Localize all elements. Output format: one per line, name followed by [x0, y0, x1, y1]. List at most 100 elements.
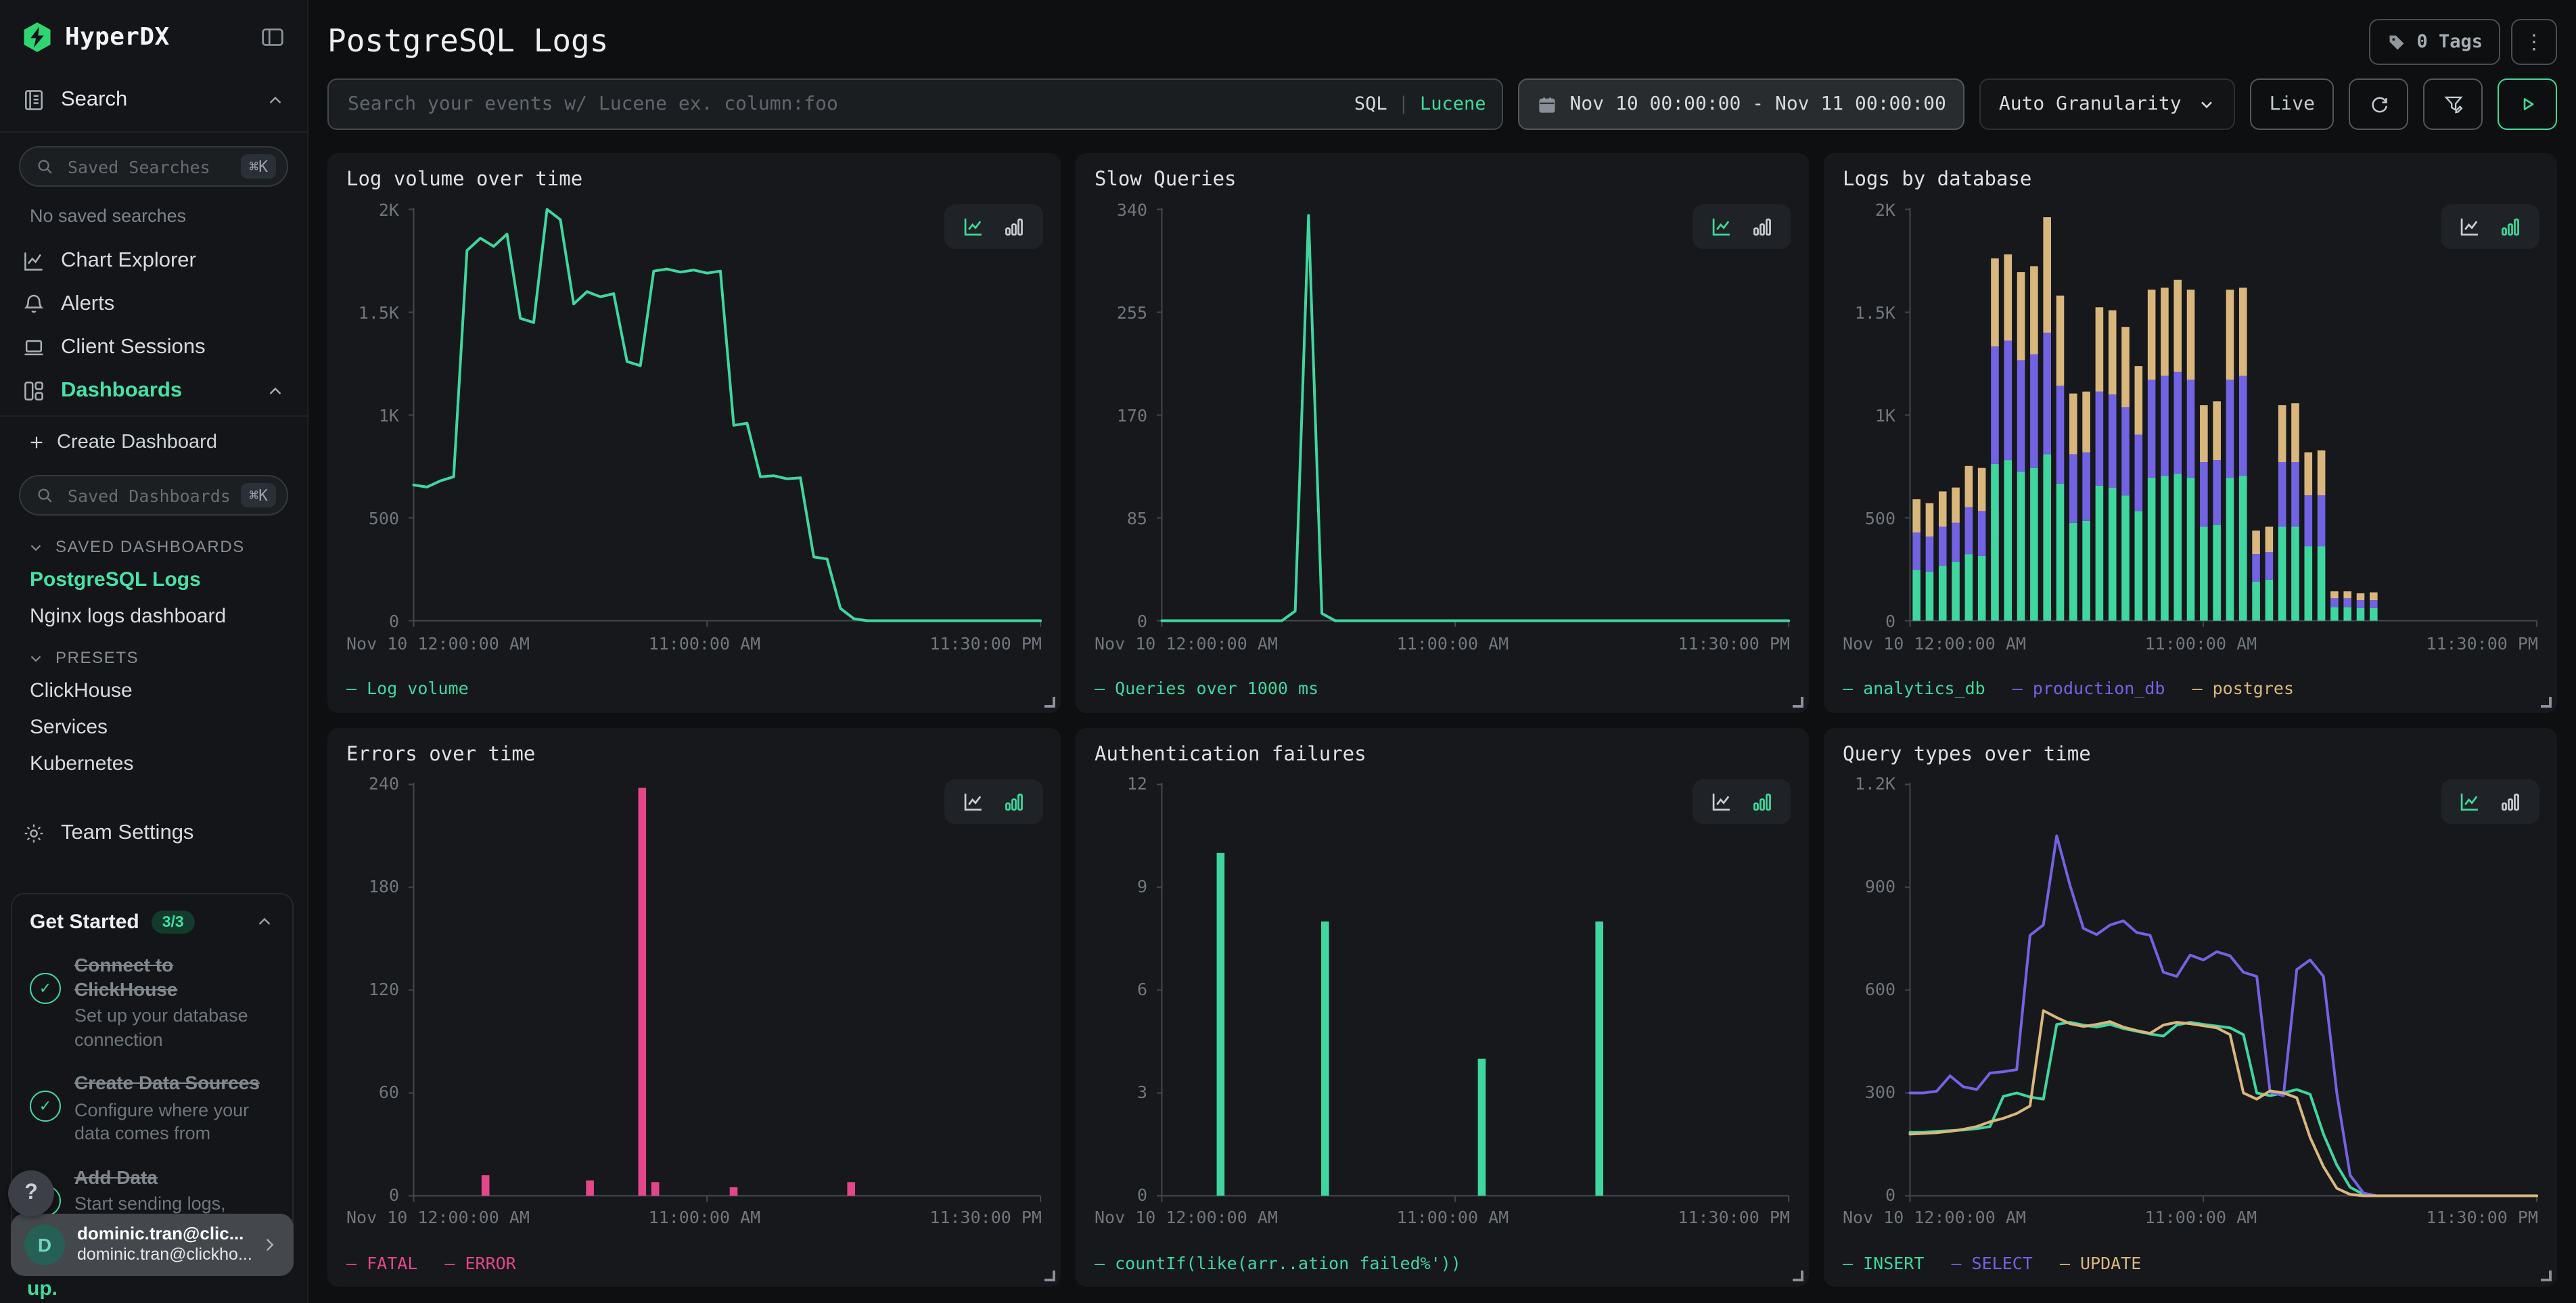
resize-handle[interactable] — [2541, 1271, 2552, 1281]
page-menu-button[interactable]: ⋮ — [2511, 19, 2557, 65]
line-view-button[interactable] — [1710, 790, 1733, 813]
saved-dashboards-input[interactable] — [65, 484, 241, 507]
play-icon — [2516, 93, 2538, 115]
resize-handle[interactable] — [1044, 1271, 1055, 1281]
chevron-up-icon[interactable] — [265, 90, 285, 110]
search-icon — [35, 157, 54, 176]
chart-x-axis-label: 11:00:00 AM — [649, 1207, 761, 1227]
chevron-up-icon[interactable] — [254, 912, 275, 932]
chart-y-axis-label: 500 — [1865, 508, 1895, 528]
chart-x-axis-label: 11:30:00 PM — [2426, 1207, 2538, 1227]
help-button[interactable]: ? — [8, 1170, 54, 1216]
chart-title: Errors over time — [346, 744, 1042, 765]
chart-body: 2K1.5K1K5000Nov 10 12:00:00 AM11:00:00 A… — [1843, 202, 2538, 656]
bar-view-button[interactable] — [1751, 215, 1774, 238]
chart-y-axis-label: 1.2K — [1855, 773, 1895, 794]
chart-plot-column: Nov 10 12:00:00 AM11:00:00 AM11:30:00 PM — [1157, 776, 1790, 1230]
chart-y-axis-label: 1K — [379, 405, 399, 426]
chart-legend-item[interactable]: — Log volume — [346, 678, 469, 698]
sidebar-item-team-settings[interactable]: Team Settings — [0, 812, 307, 855]
resize-handle[interactable] — [2541, 696, 2552, 707]
controls-row: SQL | Lucene Nov 10 00:00:00 - Nov 11 00… — [327, 78, 2557, 130]
collapse-sidebar-icon[interactable] — [260, 24, 285, 50]
chart-y-axis-label: 9 — [1137, 876, 1147, 896]
chart-y-axis: 2K1.5K1K5000 — [346, 202, 409, 628]
chart-legend-item[interactable]: — UPDATE — [2060, 1252, 2141, 1273]
chart-body: 240180120600Nov 10 12:00:00 AM11:00:00 A… — [346, 776, 1042, 1230]
chart-plot-area — [409, 776, 1042, 1203]
saved-searches-search[interactable]: ⌘K — [19, 146, 288, 187]
chart-panel-logs-by-database: Logs by database2K1.5K1K5000Nov 10 12:00… — [1824, 153, 2557, 712]
get-started-progress-badge: 3/3 — [152, 911, 195, 934]
saved-dashboards-search[interactable]: ⌘K — [19, 475, 288, 516]
sidebar-item-alerts[interactable]: Alerts — [0, 283, 307, 326]
time-range-picker[interactable]: Nov 10 00:00:00 - Nov 11 00:00:00 — [1519, 78, 1965, 130]
sidebar: HyperDX Search ⌘K No saved searches Char… — [0, 0, 308, 1303]
chart-panel-slow-queries: Slow Queries340255170850Nov 10 12:00:00 … — [1076, 153, 1809, 712]
chart-legend-item[interactable]: — SELECT — [1951, 1252, 2032, 1273]
sidebar-dashboard-nginx-logs[interactable]: Nginx logs dashboard — [0, 598, 307, 635]
lucene-toggle[interactable]: Lucene — [1420, 93, 1486, 115]
bar-view-button[interactable] — [2499, 790, 2522, 813]
sidebar-preset-services[interactable]: Services — [0, 709, 307, 746]
filter-button[interactable] — [2423, 78, 2483, 130]
chart-panel-errors-over-time: Errors over time 240180120600Nov 10 12:00… — [327, 727, 1061, 1287]
chart-body: 129630Nov 10 12:00:00 AM11:00:00 AM11:30… — [1095, 776, 1790, 1230]
event-search-input[interactable] — [345, 92, 1354, 116]
sidebar-item-search[interactable]: Search — [0, 72, 307, 129]
chart-plot-area — [1157, 776, 1790, 1203]
sidebar-item-label: Alerts — [61, 292, 114, 317]
check-circle-icon: ✓ — [30, 973, 61, 1004]
saved-searches-input[interactable] — [65, 155, 241, 178]
user-email: dominic.tran@clickho... — [77, 1245, 252, 1266]
section-saved-dashboards[interactable]: SAVED DASHBOARDS — [0, 524, 307, 562]
chart-legend-item[interactable]: — INSERT — [1843, 1252, 1924, 1273]
sql-toggle[interactable]: SQL — [1354, 93, 1387, 115]
create-dashboard-button[interactable]: Create Dashboard — [0, 419, 307, 461]
sidebar-preset-kubernetes[interactable]: Kubernetes — [0, 746, 307, 782]
chart-legend-item[interactable]: — postgres — [2192, 678, 2295, 698]
resize-handle[interactable] — [1044, 696, 1055, 707]
granularity-select[interactable]: Auto Granularity — [1980, 78, 2236, 130]
get-started-item-connect[interactable]: ✓ Connect to ClickHouse Set up your data… — [30, 954, 275, 1051]
chart-legend-item[interactable]: — FATAL — [346, 1252, 417, 1273]
chart-legend: — analytics_db — production_db — postgres — [1843, 672, 2538, 704]
resize-handle[interactable] — [1793, 1271, 1803, 1281]
line-view-button[interactable] — [962, 790, 985, 813]
chevron-up-icon[interactable] — [265, 381, 285, 401]
get-started-item-desc: Set up your database connection — [74, 1004, 275, 1051]
line-view-button[interactable] — [2458, 790, 2481, 813]
chart-legend-item[interactable]: — countIf(like(arr..ation failed%')) — [1095, 1252, 1461, 1273]
line-view-button[interactable] — [962, 215, 985, 238]
chart-x-axis: Nov 10 12:00:00 AM11:00:00 AM11:30:00 PM — [346, 628, 1042, 656]
refresh-button[interactable] — [2349, 78, 2408, 130]
chart-legend-item[interactable]: — analytics_db — [1843, 678, 1985, 698]
chart-type-toolbar — [944, 779, 1043, 823]
line-view-button[interactable] — [1710, 215, 1733, 238]
run-query-button[interactable] — [2498, 78, 2557, 130]
bar-view-button[interactable] — [1003, 790, 1026, 813]
line-view-button[interactable] — [2458, 215, 2481, 238]
section-presets[interactable]: PRESETS — [0, 635, 307, 672]
chart-legend-item[interactable]: — Queries over 1000 ms — [1095, 678, 1318, 698]
sidebar-preset-clickhouse[interactable]: ClickHouse — [0, 672, 307, 709]
sidebar-item-dashboards[interactable]: Dashboards — [0, 369, 307, 413]
bar-view-button[interactable] — [1003, 215, 1026, 238]
chart-body: 1.2K9006003000Nov 10 12:00:00 AM11:00:00… — [1843, 776, 2538, 1230]
toggle-divider: | — [1398, 93, 1409, 115]
sidebar-item-client-sessions[interactable]: Client Sessions — [0, 326, 307, 369]
chart-legend-item[interactable]: — production_db — [2013, 678, 2165, 698]
chart-panel-query-types-over-time: Query types over time1.2K9006003000Nov 1… — [1824, 727, 2557, 1287]
tags-button[interactable]: 0 Tags — [2369, 19, 2500, 65]
sidebar-item-chart-explorer[interactable]: Chart Explorer — [0, 239, 307, 283]
bar-view-button[interactable] — [2499, 215, 2522, 238]
bar-view-button[interactable] — [1751, 790, 1774, 813]
resize-handle[interactable] — [1793, 696, 1803, 707]
get-started-item-sources[interactable]: ✓ Create Data Sources Configure where yo… — [30, 1072, 275, 1145]
sidebar-dashboard-postgresql-logs[interactable]: PostgreSQL Logs — [0, 562, 307, 598]
chart-legend-item[interactable]: — ERROR — [444, 1252, 515, 1273]
chart-legend: — countIf(like(arr..ation failed%')) — [1095, 1246, 1790, 1279]
live-button[interactable]: Live — [2251, 78, 2334, 130]
user-menu[interactable]: D dominic.tran@clic... dominic.tran@clic… — [11, 1214, 294, 1276]
sidebar-item-label: Team Settings — [61, 821, 193, 846]
